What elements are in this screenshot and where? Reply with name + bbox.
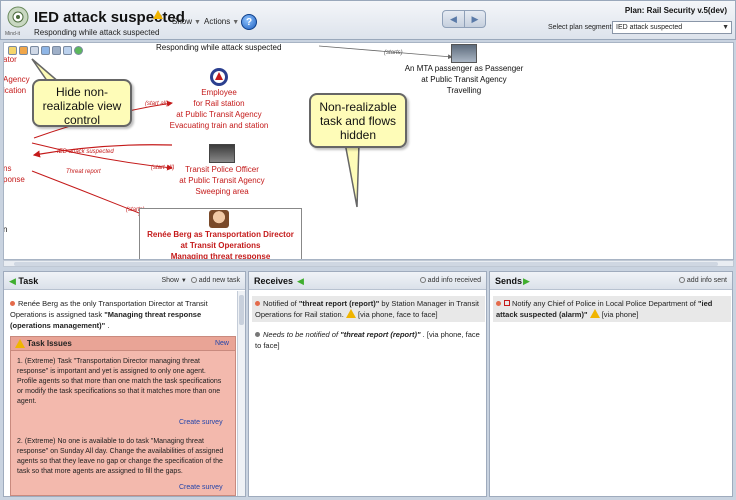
- left-cut-text-3: ication: [3, 86, 27, 95]
- plan-label: Plan: Rail Security v.5(dev): [624, 6, 727, 15]
- receives-item-2[interactable]: Needs to be notified of "threat report (…: [252, 327, 485, 353]
- edge-label-starts: (starts): [384, 50, 403, 56]
- warning-icon: [589, 309, 600, 318]
- logo-caption: Mind-it: [5, 31, 21, 37]
- passenger-photo[interactable]: [451, 44, 477, 63]
- issue-1: 1. (Extreme) Task "Transportation Direct…: [17, 358, 222, 405]
- diagram-top-label: Responding while attack suspected: [156, 43, 282, 52]
- app-logo-icon: [7, 6, 29, 28]
- sends-panel-title: Sends: [495, 276, 523, 286]
- receives-panel: Receives ◀ add info received Notified of…: [248, 271, 487, 497]
- sends-arrow-icon: ▶: [523, 276, 530, 286]
- create-survey-link-1[interactable]: Create survey: [179, 419, 223, 426]
- receives-item-1[interactable]: Notified of "threat report (report)" by …: [252, 296, 485, 322]
- back-arrow-icon[interactable]: ◀: [443, 11, 464, 27]
- mta-passenger-node[interactable]: An MTA passenger as Passenger at Public T…: [404, 63, 524, 96]
- chevron-down-icon: ▼: [194, 19, 201, 26]
- police-officer-photo[interactable]: [209, 144, 235, 163]
- hide-nonrealizable-icon[interactable]: [74, 46, 83, 55]
- new-issue-link[interactable]: New: [215, 340, 229, 347]
- left-cut-text-1: ator: [3, 55, 17, 64]
- task-panel: ◀ Task Show ▼ add new task Renée Berg as…: [3, 271, 246, 497]
- add-info-sent-link[interactable]: add info sent: [678, 277, 727, 284]
- edge-label-threat: Threat report: [66, 169, 101, 175]
- edge-label-start-all-1: (start all): [145, 101, 169, 107]
- window-icon[interactable]: [52, 46, 61, 55]
- task-panel-title: ◀ Task: [9, 276, 39, 286]
- warning-icon: [345, 309, 356, 318]
- warning-icon: [15, 339, 25, 348]
- callout-pointer-right: [344, 143, 360, 208]
- bullet-icon: [496, 301, 501, 306]
- actions-menu[interactable]: Actions ▼: [204, 17, 239, 26]
- show-menu[interactable]: Show ▼: [172, 17, 201, 26]
- left-cut-text-5: ponse: [3, 175, 25, 184]
- chevron-down-icon: ▼: [232, 19, 240, 26]
- issue-2: 2. (Extreme) No one is available to do t…: [17, 438, 224, 475]
- task-description: Renée Berg as the only Transportation Di…: [10, 299, 208, 330]
- task-arrow-icon: ◀: [9, 276, 19, 286]
- segment-label: Select plan segment:: [548, 24, 614, 31]
- task-panel-actions: Show ▼ add new task: [161, 277, 240, 284]
- selected-node-box[interactable]: Renée Berg as Transportation Director at …: [139, 208, 302, 259]
- bullet-icon: [255, 301, 260, 306]
- history-nav: ◀ ▶: [442, 10, 486, 28]
- alert-square-icon: [504, 300, 510, 306]
- receives-arrow-icon: ◀: [297, 276, 304, 286]
- transit-agency-icon[interactable]: [209, 67, 229, 87]
- receives-panel-title: Receives: [254, 276, 294, 286]
- folder-icon[interactable]: [19, 46, 28, 55]
- chevron-down-icon: ▼: [180, 278, 187, 284]
- task-issues-box: Task Issues New 1. (Extreme) Task "Trans…: [10, 336, 236, 496]
- transit-police-node[interactable]: Transit Police Officer at Public Transit …: [162, 164, 282, 197]
- edge-label-ied: IED attack suspected: [57, 149, 114, 155]
- page-icon[interactable]: [30, 46, 39, 55]
- add-icon: [190, 277, 197, 283]
- sends-item-1[interactable]: Notify any Chief of Police in Local Poli…: [493, 296, 731, 322]
- add-info-received-link[interactable]: add info received: [419, 277, 481, 284]
- diagram-scrollbar[interactable]: [3, 260, 734, 267]
- grid-icon[interactable]: [41, 46, 50, 55]
- edge-label-start-all-2: (start all): [151, 165, 175, 171]
- left-cut-text-6: n: [3, 225, 8, 234]
- create-survey-link-2[interactable]: Create survey: [179, 484, 223, 491]
- task-show-menu[interactable]: Show ▼: [161, 277, 186, 284]
- employee-node[interactable]: Employee for Rail station at Public Transi…: [159, 87, 279, 131]
- warning-icon[interactable]: [153, 10, 163, 19]
- sends-panel: Sends ▶ add info sent Notify any Chief o…: [489, 271, 733, 497]
- add-icon: [419, 277, 426, 283]
- renee-photo: [209, 210, 229, 228]
- flow-diagram[interactable]: Responding while attack suspected (start…: [3, 42, 734, 260]
- callout-hide-view-control: Hide non-realizable view control: [32, 79, 132, 127]
- add-new-task-link[interactable]: add new task: [190, 277, 240, 284]
- help-icon[interactable]: ?: [241, 14, 257, 30]
- chevron-down-icon: ▼: [722, 24, 729, 31]
- forward-arrow-icon[interactable]: ▶: [464, 11, 485, 27]
- bullet-icon: [255, 332, 260, 337]
- task-scrollbar[interactable]: [237, 291, 245, 496]
- app-header: Mind-it IED attack suspected Responding …: [0, 0, 736, 40]
- left-cut-text-2: Agency: [3, 75, 30, 84]
- page-subtitle: Responding while attack suspected: [34, 28, 160, 37]
- add-icon: [678, 277, 685, 283]
- task-issues-title: Task Issues: [27, 339, 72, 348]
- left-cut-text-4: ns: [3, 164, 12, 173]
- bullet-icon: [10, 301, 15, 306]
- renee-node[interactable]: Renée Berg as Transportation Director at …: [140, 229, 301, 259]
- zoom-icon[interactable]: [63, 46, 72, 55]
- callout-nonrealizable-hidden: Non-realizable task and flows hidden: [309, 93, 407, 148]
- segment-select[interactable]: IED attack suspected ▼: [612, 21, 732, 34]
